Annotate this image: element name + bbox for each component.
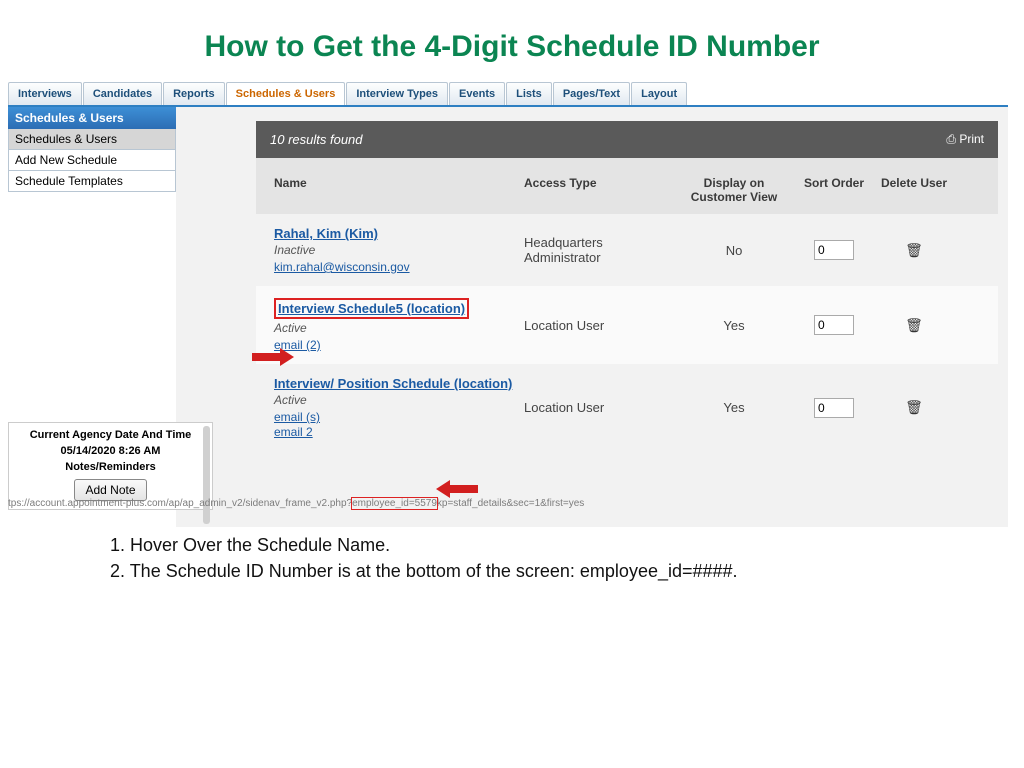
col-access: Access Type <box>524 176 674 204</box>
tab-reports[interactable]: Reports <box>163 82 225 105</box>
tab-pages-text[interactable]: Pages/Text <box>553 82 630 105</box>
print-button[interactable]: Print <box>946 132 984 147</box>
email-link[interactable]: kim.rahal@wisconsin.gov <box>274 260 410 274</box>
instruction-step: 2. The Schedule ID Number is at the bott… <box>110 558 738 584</box>
display-value: Yes <box>674 318 794 333</box>
status-bar-url: tps://account.appointment-plus.com/ap/ap… <box>8 498 584 509</box>
datetime-value: 05/14/2020 8:26 AM <box>9 443 212 459</box>
sidebar-item[interactable]: Schedule Templates <box>8 171 176 192</box>
trash-icon[interactable]: 🗑 <box>905 242 923 258</box>
display-value: Yes <box>674 400 794 415</box>
scrollbar[interactable] <box>203 426 210 524</box>
access-type: Headquarters Administrator <box>524 235 674 265</box>
table-row: Rahal, Kim (Kim) Inactive kim.rahal@wiscon… <box>256 214 998 286</box>
tab-layout[interactable]: Layout <box>631 82 687 105</box>
sidebar-item[interactable]: Add New Schedule <box>8 150 176 171</box>
app-screenshot: InterviewsCandidatesReportsSchedules & U… <box>8 82 1008 527</box>
notes-label: Notes/Reminders <box>9 459 212 475</box>
col-name: Name <box>264 176 524 204</box>
table-header: Name Access Type Display on Customer Vie… <box>256 158 998 214</box>
sidebar-item[interactable]: Schedules & Users <box>8 129 176 150</box>
tab-bar: InterviewsCandidatesReportsSchedules & U… <box>8 82 1008 107</box>
sort-order-input[interactable] <box>814 240 854 260</box>
instructions: 1. Hover Over the Schedule Name.2. The S… <box>110 532 738 584</box>
col-sort: Sort Order <box>794 176 874 204</box>
table-row: Interview Schedule5 (location)Activeemai… <box>256 286 998 364</box>
trash-icon[interactable]: 🗑 <box>905 317 923 333</box>
email-link[interactable]: email 2 <box>274 425 313 439</box>
arrow-annotation-icon <box>432 480 478 498</box>
status-text: Active <box>274 393 524 407</box>
url-highlight: employee_id=5579 <box>352 498 437 509</box>
display-value: No <box>674 243 794 258</box>
sort-order-input[interactable] <box>814 398 854 418</box>
tab-interview-types[interactable]: Interview Types <box>346 82 448 105</box>
datetime-label: Current Agency Date And Time <box>9 427 212 443</box>
sort-order-input[interactable] <box>814 315 854 335</box>
col-display: Display on Customer View <box>674 176 794 204</box>
schedule-name-link[interactable]: Interview/ Position Schedule (location) <box>274 376 512 391</box>
access-type: Location User <box>524 318 674 333</box>
main-panel: 10 results found Print Name Access Type … <box>176 107 1008 527</box>
col-delete: Delete User <box>874 176 954 204</box>
sidebar-header: Schedules & Users <box>8 107 176 129</box>
results-bar: 10 results found Print <box>256 121 998 158</box>
access-type: Location User <box>524 400 674 415</box>
schedule-name-link[interactable]: Rahal, Kim (Kim) <box>274 226 378 241</box>
status-text: Inactive <box>274 243 524 257</box>
trash-icon[interactable]: 🗑 <box>905 399 923 415</box>
arrow-annotation-icon <box>252 348 298 366</box>
tab-events[interactable]: Events <box>449 82 505 105</box>
tab-candidates[interactable]: Candidates <box>83 82 162 105</box>
table-row: Interview/ Position Schedule (location) A… <box>256 364 998 451</box>
page-title: How to Get the 4-Digit Schedule ID Numbe… <box>0 0 1024 78</box>
tab-lists[interactable]: Lists <box>506 82 552 105</box>
instruction-step: 1. Hover Over the Schedule Name. <box>110 532 738 558</box>
tab-schedules-users[interactable]: Schedules & Users <box>226 82 346 105</box>
email-link[interactable]: email (s) <box>274 410 320 424</box>
results-count: 10 results found <box>270 132 363 147</box>
datetime-panel: Current Agency Date And Time 05/14/2020 … <box>8 422 213 510</box>
tab-interviews[interactable]: Interviews <box>8 82 82 105</box>
schedule-name-link[interactable]: Interview Schedule5 (location) <box>274 298 469 319</box>
status-text: Active <box>274 321 524 335</box>
